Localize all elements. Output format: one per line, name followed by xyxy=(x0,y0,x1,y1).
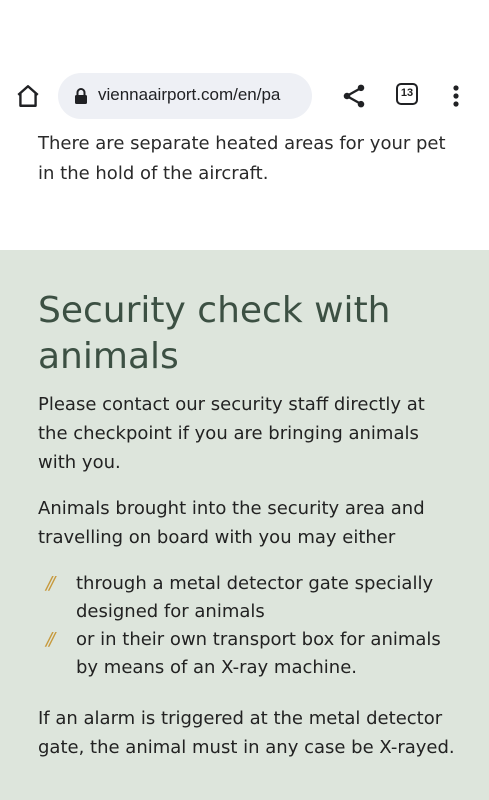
intro-paragraph: There are separate heated areas for your… xyxy=(38,133,446,184)
address-bar[interactable]: viennaairport.com/en/pa xyxy=(58,73,312,119)
home-icon[interactable] xyxy=(14,82,42,110)
browser-toolbar: viennaairport.com/en/pa 13 xyxy=(0,0,489,123)
section-title: Security check with animals xyxy=(38,290,391,377)
share-icon[interactable] xyxy=(340,82,368,110)
alarm-paragraph: If an alarm is triggered at the metal de… xyxy=(38,708,455,758)
lock-icon xyxy=(72,87,90,105)
list-item: // or in their own transport box for ani… xyxy=(38,626,458,682)
list-item-text: or in their own transport box for animal… xyxy=(76,629,441,678)
list-item: // through a metal detector gate special… xyxy=(38,570,458,626)
options-list: // through a metal detector gate special… xyxy=(38,570,458,682)
slash-bullet-icon: // xyxy=(46,573,55,594)
tab-switcher-button[interactable]: 13 xyxy=(396,83,418,105)
options-paragraph: Animals brought into the security area a… xyxy=(38,498,425,548)
security-section: Security check with animals Please conta… xyxy=(0,250,489,800)
url-text[interactable]: viennaairport.com/en/pa xyxy=(98,85,306,109)
contact-paragraph: Please contact our security staff direct… xyxy=(38,394,425,473)
slash-bullet-icon: // xyxy=(46,629,55,650)
more-menu-icon[interactable] xyxy=(444,82,468,110)
list-item-text: through a metal detector gate specially … xyxy=(76,573,434,622)
page-content-top: There are separate heated areas for your… xyxy=(0,123,489,250)
